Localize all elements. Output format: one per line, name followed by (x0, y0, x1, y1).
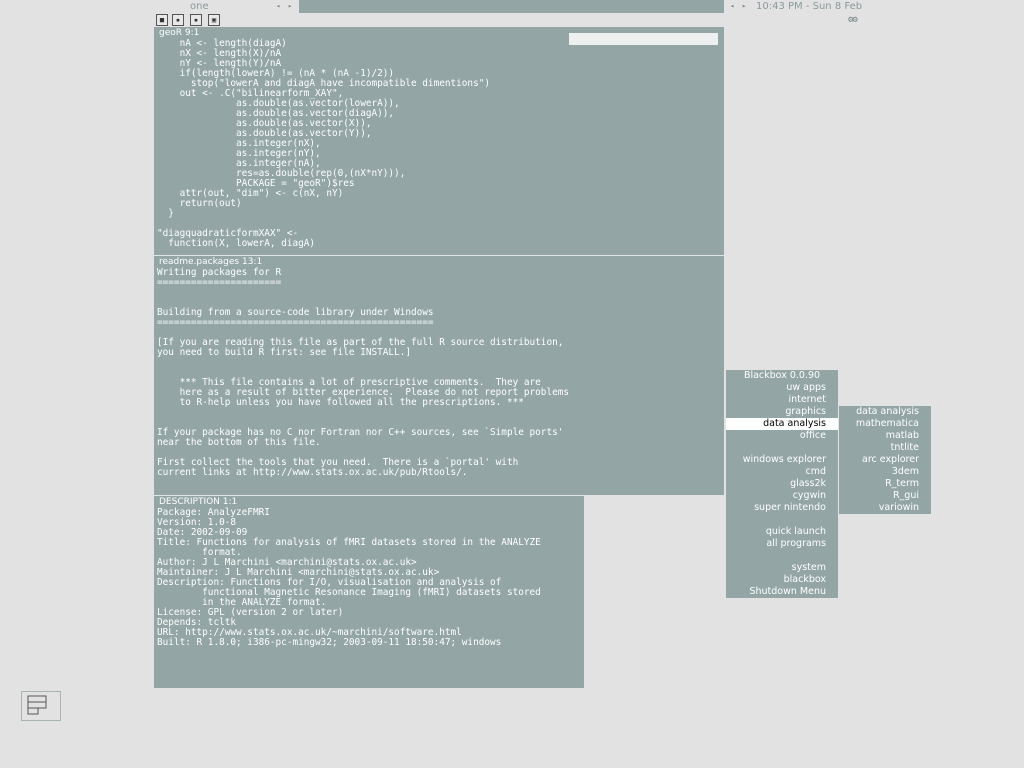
iconify-icon[interactable]: ■ (156, 14, 168, 26)
root-menu-item[interactable]: internet (726, 394, 838, 406)
submenu-item[interactable]: R_gui (839, 490, 931, 502)
root-menu-item[interactable]: graphics (726, 406, 838, 418)
code-text[interactable]: Writing packages for R =================… (154, 268, 724, 478)
root-menu[interactable]: Blackbox 0.0.90 uw apps internet graphics d… (726, 370, 838, 598)
root-menu-item[interactable]: office (726, 430, 838, 442)
code-line[interactable]: } (157, 208, 174, 219)
code-line[interactable]: Built: R 1.8.0; i386-pc-mingw32; 2003-09… (157, 637, 501, 648)
submenu-item[interactable]: R_term (839, 478, 931, 490)
maximize-icon[interactable]: ▪ (190, 14, 202, 26)
code-line[interactable]: ========================================… (157, 317, 434, 328)
root-menu-item[interactable]: cmd (726, 466, 838, 478)
code-line[interactable]: current links at http://www.stats.ox.ac.… (157, 467, 467, 478)
prev-workspace-icon[interactable]: ◂ (276, 2, 280, 10)
submenu-item[interactable]: tntlite (839, 442, 931, 454)
editor-pane-geor[interactable]: geoR 9:1 nA <- length(diagA) nX <- lengt… (154, 27, 724, 256)
root-menu-item[interactable]: quick launch (726, 526, 838, 538)
toolbar: one ◂ ▸ ◂ ▸ 10:43 PM - Sun 8 Feb ⚙⚙ (0, 0, 1024, 25)
root-menu-item[interactable]: blackbox (726, 574, 838, 586)
search-input[interactable] (569, 33, 718, 45)
editor-pane-readme[interactable]: readme.packages 13:1 Writing packages fo… (154, 256, 724, 495)
root-menu-item[interactable]: glass2k (726, 478, 838, 490)
submenu-title: data analysis (856, 406, 919, 417)
taskbar-window-area[interactable] (299, 0, 724, 13)
menu-separator (726, 514, 838, 526)
code-line[interactable]: to R-help unless you have followed all t… (157, 397, 524, 408)
editor-pane-description[interactable]: DESCRIPTION 1:1 Package: AnalyzeFMRI Ver… (154, 496, 584, 688)
data-analysis-submenu[interactable]: data analysis mathematica matlab tntlite ar… (839, 406, 931, 514)
root-menu-item[interactable]: data analysis (726, 418, 838, 430)
code-text[interactable]: nA <- length(diagA) nX <- length(X)/nA n… (154, 39, 724, 249)
root-menu-item[interactable]: super nintendo (726, 502, 838, 514)
tray-icon[interactable]: ⚙⚙ (848, 15, 858, 25)
code-line[interactable]: function(X, lowerA, diagA) (157, 238, 315, 249)
root-menu-item[interactable]: cygwin (726, 490, 838, 502)
menu-separator (726, 550, 838, 562)
root-menu-item[interactable]: windows explorer (726, 454, 838, 466)
workspace-label[interactable]: one (190, 1, 209, 12)
submenu-item[interactable]: arc explorer (839, 454, 931, 466)
submenu-item[interactable]: matlab (839, 430, 931, 442)
clock: 10:43 PM - Sun 8 Feb (756, 1, 863, 12)
menu-separator (726, 442, 838, 454)
next-workspace-icon[interactable]: ▸ (288, 2, 292, 10)
root-menu-item[interactable]: all programs (726, 538, 838, 550)
next-window-icon[interactable]: ▸ (742, 2, 746, 10)
code-line[interactable]: near the bottom of this file. (157, 437, 321, 448)
submenu-item[interactable]: mathematica (839, 418, 931, 430)
shade-icon[interactable]: ▪ (172, 14, 184, 26)
close-icon[interactable]: ▣ (208, 14, 220, 26)
root-menu-item[interactable]: Shutdown Menu (726, 586, 838, 598)
code-line[interactable]: ====================== (157, 277, 281, 288)
prev-window-icon[interactable]: ◂ (730, 2, 734, 10)
window-list-icon[interactable] (27, 695, 47, 717)
root-menu-item[interactable]: system (726, 562, 838, 574)
code-text[interactable]: Package: AnalyzeFMRI Version: 1.0-8 Date… (154, 508, 584, 648)
menu-title: Blackbox 0.0.90 (743, 370, 821, 381)
root-menu-item[interactable]: uw apps (726, 382, 838, 394)
submenu-item[interactable]: variowin (839, 502, 931, 514)
submenu-item[interactable]: 3dem (839, 466, 931, 478)
code-line[interactable]: you need to build R first: see file INST… (157, 347, 411, 358)
